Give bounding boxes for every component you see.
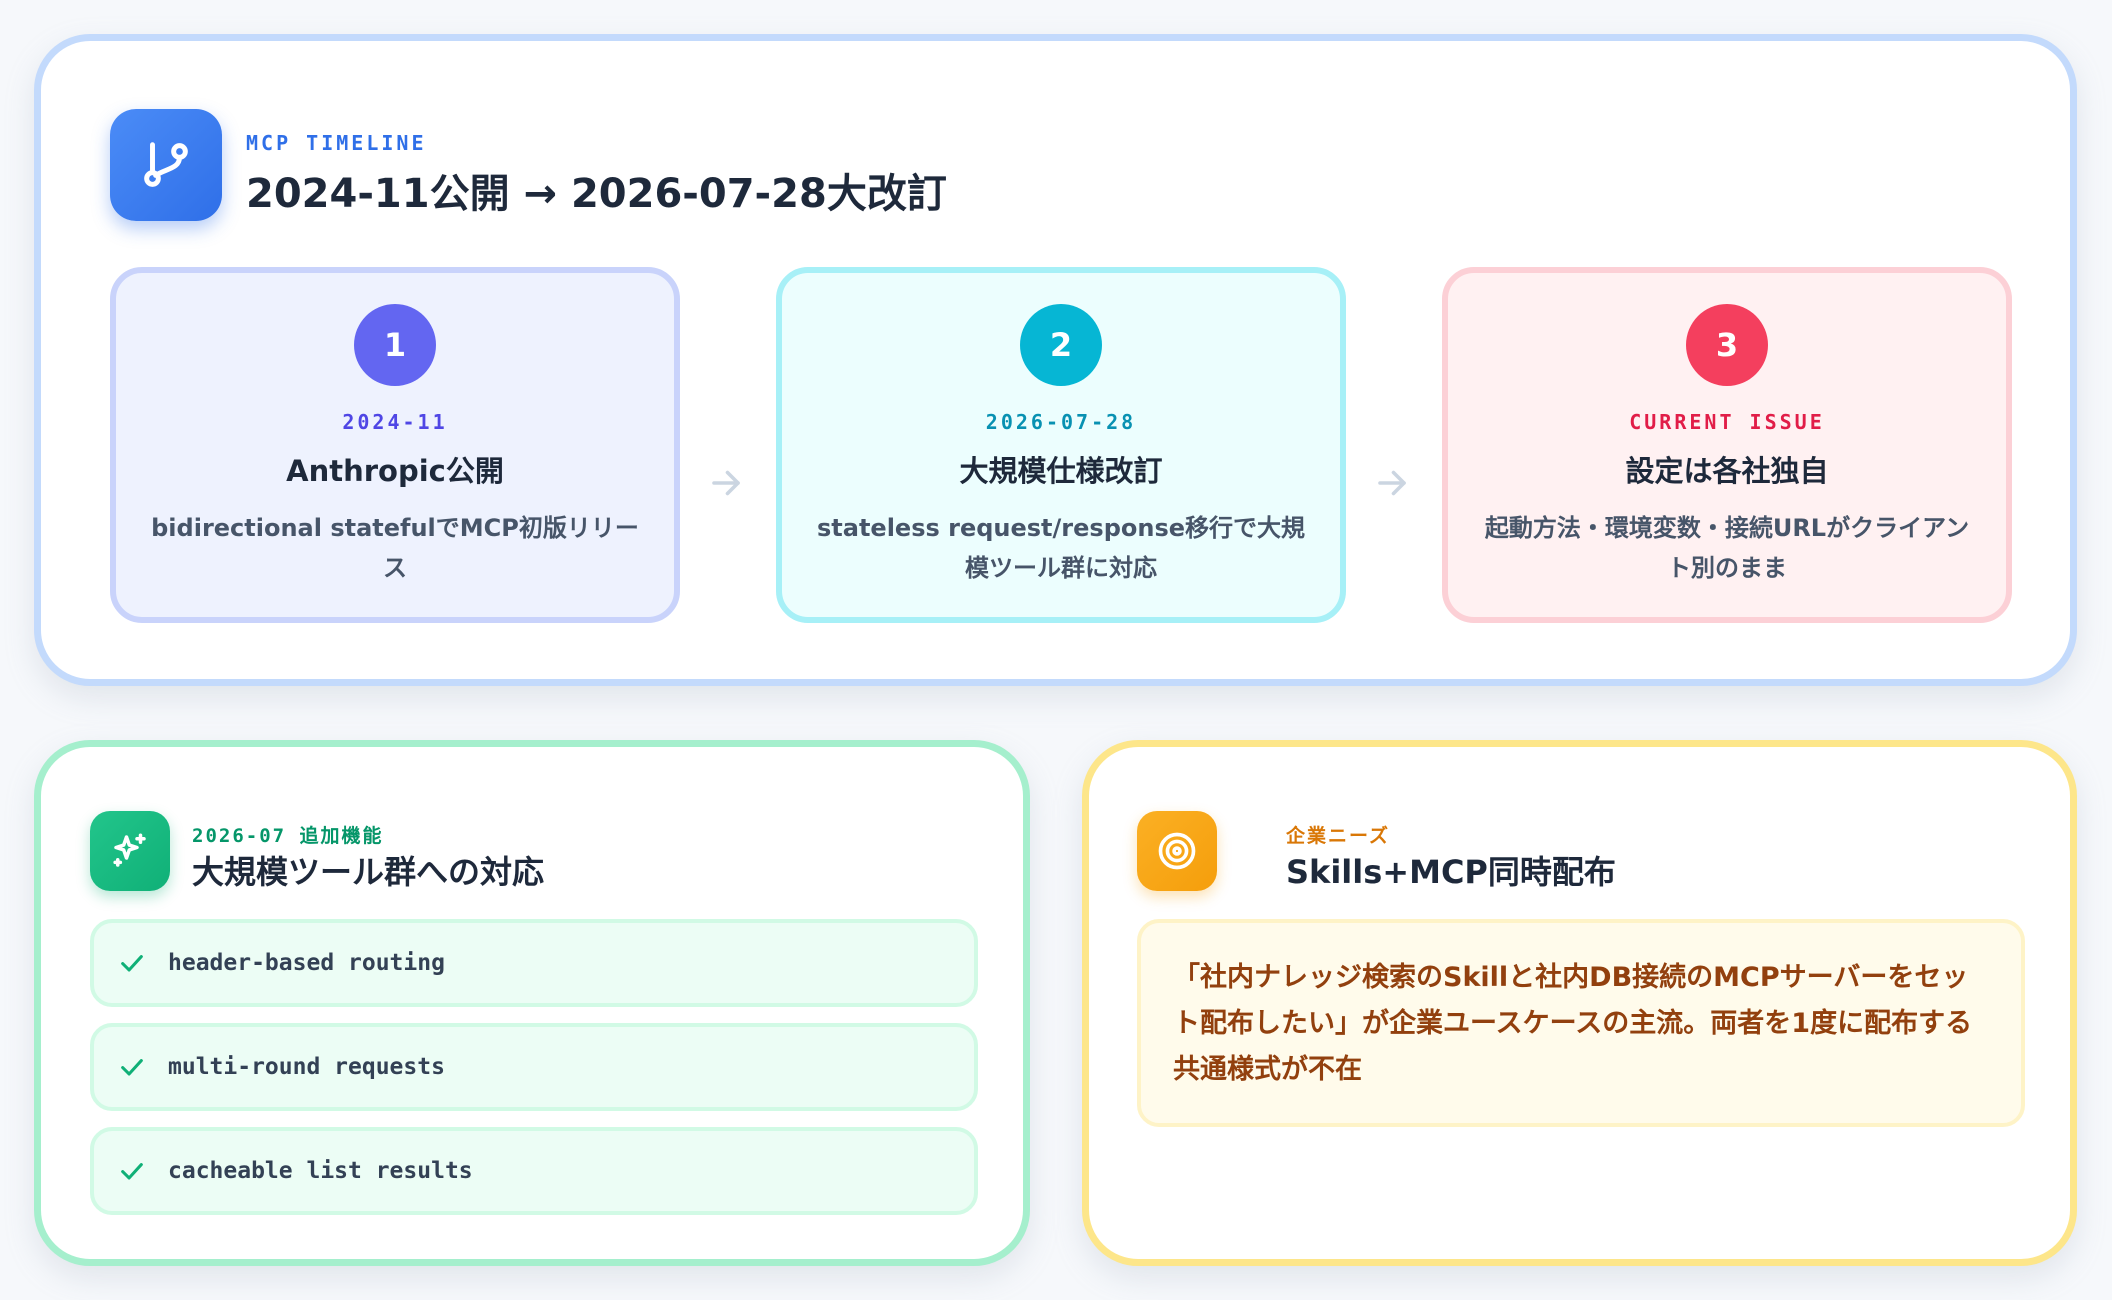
step-description: stateless request/response移行で大規模ツール群に対応 [816,514,1306,582]
step-description: 起動方法・環境変数・接続URLがクライアント別のまま [1484,514,1970,582]
check-icon [118,1157,148,1185]
features-eyebrow: 2026-07 追加機能 [192,825,384,847]
timeline-panel: MCP TIMELINE 2024-11公開 → 2026-07-28大改訂 1… [34,34,2077,686]
check-icon [118,949,148,977]
features-panel: 2026-07 追加機能 大規模ツール群への対応 header-based ro… [34,740,1030,1266]
feature-item: header-based routing [90,919,978,1007]
target-icon [1137,811,1217,891]
needs-quote-box: 「社内ナレッジ検索のSkillと社内DB接続のMCPサーバーをセット配布したい」… [1137,919,2025,1127]
step-description: bidirectional statefulでMCP初版リリース [151,514,639,582]
step-date: 2026-07-28 [985,410,1137,434]
timeline-step-3: 3 CURRENT ISSUE 設定は各社独自 起動方法・環境変数・接続URLが… [1442,267,2012,623]
features-title: 大規模ツール群への対応 [192,853,545,891]
git-branch-icon [110,109,222,221]
step-number-badge: 2 [1020,304,1102,386]
feature-label: cacheable list results [168,1158,473,1184]
step-title: 設定は各社独自 [1625,454,1829,488]
feature-item: cacheable list results [90,1127,978,1215]
check-icon [118,1053,148,1081]
timeline-eyebrow: MCP TIMELINE [246,131,427,155]
step-number-badge: 3 [1686,304,1768,386]
timeline-step-2: 2 2026-07-28 大規模仕様改訂 stateless request/r… [776,267,1346,623]
needs-eyebrow: 企業ニーズ [1286,825,1391,847]
timeline-step-1: 1 2024-11 Anthropic公開 bidirectional stat… [110,267,680,623]
sparkles-icon [90,811,170,891]
step-status: CURRENT ISSUE [1629,410,1825,434]
needs-title: Skills+MCP同時配布 [1286,853,1616,891]
step-number-badge: 1 [354,304,436,386]
feature-item: multi-round requests [90,1023,978,1111]
needs-quote: 「社内ナレッジ検索のSkillと社内DB接続のMCPサーバーをセット配布したい」… [1173,962,1973,1085]
arrow-right-icon [1372,463,1412,503]
page: MCP TIMELINE 2024-11公開 → 2026-07-28大改訂 1… [0,0,2112,1300]
arrow-right-icon [706,463,746,503]
step-title: Anthropic公開 [286,454,504,488]
step-date: 2024-11 [342,410,448,434]
step-title: 大規模仕様改訂 [959,454,1163,488]
timeline-title: 2024-11公開 → 2026-07-28大改訂 [246,171,947,217]
feature-label: header-based routing [168,950,445,976]
feature-label: multi-round requests [168,1054,445,1080]
needs-panel: 企業ニーズ Skills+MCP同時配布 「社内ナレッジ検索のSkillと社内D… [1082,740,2077,1266]
